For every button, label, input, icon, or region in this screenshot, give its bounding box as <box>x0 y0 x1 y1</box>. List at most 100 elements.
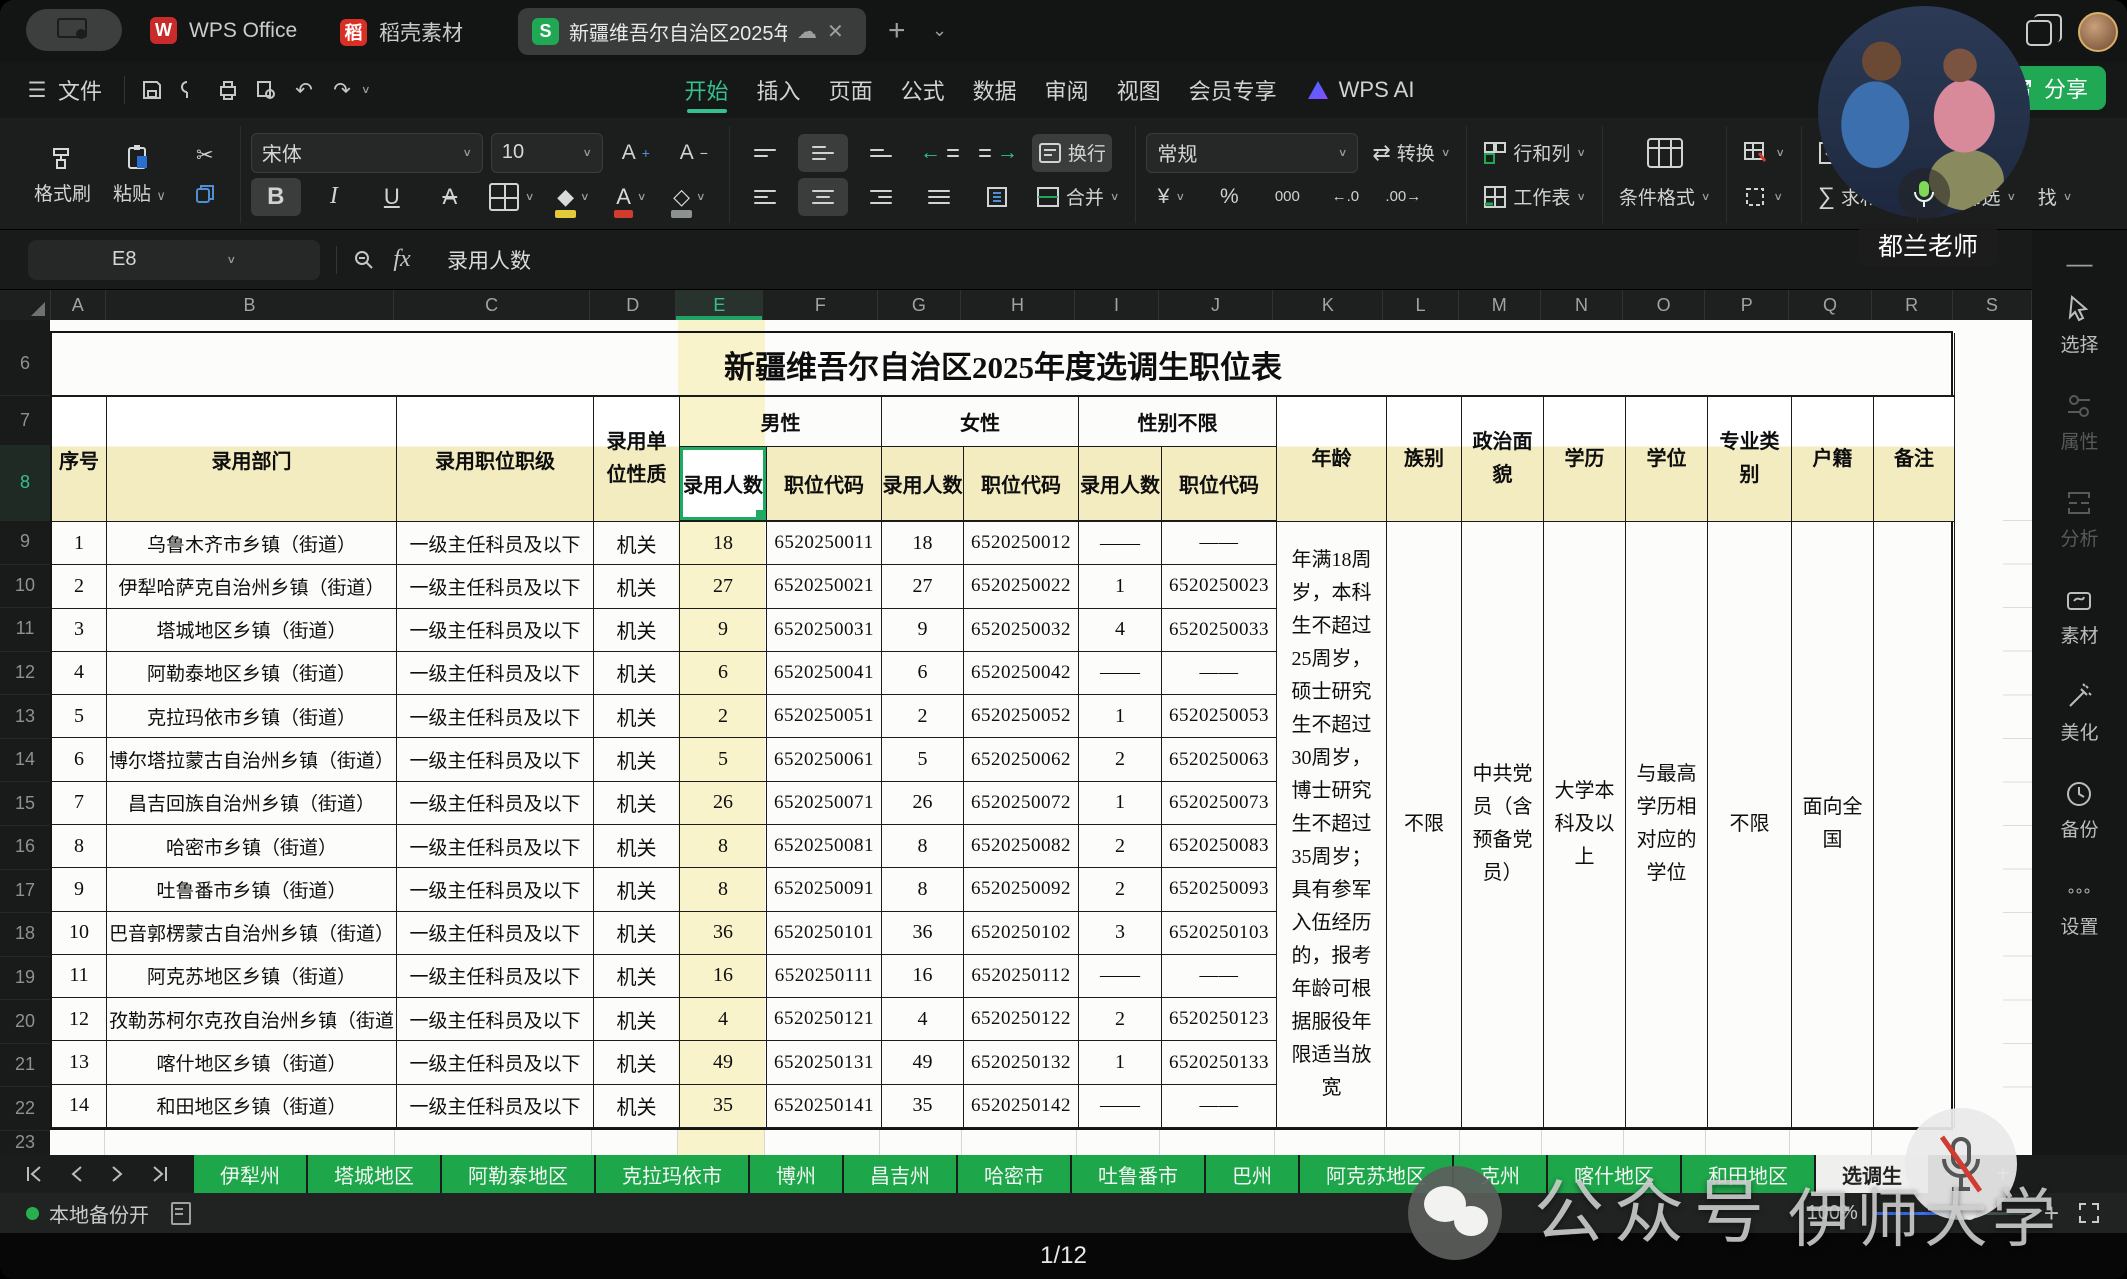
align-right-button[interactable] <box>856 178 906 216</box>
cell-department[interactable]: 阿克苏地区乡镇（街道） <box>107 954 397 999</box>
cell-org-type[interactable]: 机关 <box>594 1084 680 1128</box>
cell-any-count[interactable]: 1 <box>1079 781 1162 825</box>
increase-font-button[interactable]: A + <box>611 134 661 172</box>
cell-female-count[interactable]: 8 <box>882 824 964 869</box>
cell-index[interactable]: 1 <box>52 522 107 566</box>
sidebar-item-选择[interactable]: 选择 <box>2060 294 2099 357</box>
cell-female-count[interactable]: 27 <box>882 565 964 609</box>
sheet-tab-昌吉州[interactable]: 昌吉州 <box>844 1155 956 1193</box>
menu-开始[interactable]: 开始 <box>671 62 743 118</box>
cell-male-code[interactable]: 6520250121 <box>767 998 882 1042</box>
cell-department[interactable]: 乌鲁木齐市乡镇（街道） <box>107 522 397 566</box>
cell-department[interactable]: 伊犁哈萨克自治州乡镇（街道） <box>107 565 397 609</box>
cell-any-code[interactable]: 6520250133 <box>1162 1041 1277 1085</box>
merged-major[interactable]: 不限 <box>1708 522 1792 1128</box>
row-header-9[interactable]: 9 <box>0 520 50 565</box>
menu-wps-ai[interactable]: WPS AI <box>1291 62 1429 118</box>
fx-icon[interactable]: fx <box>383 241 421 279</box>
header-count[interactable]: 录用人数 <box>882 447 964 522</box>
increase-decimal-button[interactable]: ←.0 <box>1320 178 1370 216</box>
cell-rank[interactable]: 一级主任科员及以下 <box>397 738 594 782</box>
cell-department[interactable]: 和田地区乡镇（街道） <box>107 1084 397 1128</box>
paste-button[interactable]: 粘贴 ∨ <box>105 143 174 206</box>
merged-politics[interactable]: 中共党员（含预备党员） <box>1462 522 1544 1128</box>
cell-any-count[interactable]: 1 <box>1079 695 1162 739</box>
column-header-M[interactable]: M <box>1459 290 1541 320</box>
wrap-text-button[interactable]: 换行 <box>1031 133 1112 172</box>
menu-数据[interactable]: 数据 <box>959 62 1031 118</box>
column-header-J[interactable]: J <box>1159 290 1274 320</box>
cell-rank[interactable]: 一级主任科员及以下 <box>397 651 594 696</box>
row-header-22[interactable]: 22 <box>0 1086 50 1131</box>
fill-color-button[interactable]: ◆ ∨ <box>548 178 598 218</box>
clear-format-button[interactable]: ◇ ∨ <box>664 178 714 218</box>
cell-female-code[interactable]: 6520250032 <box>964 608 1079 652</box>
sheet-tab-博州[interactable]: 博州 <box>750 1155 842 1193</box>
cell-male-code[interactable]: 6520250141 <box>767 1084 882 1128</box>
header-any-gender[interactable]: 性别不限 <box>1079 397 1277 447</box>
cell-org-type[interactable]: 机关 <box>594 695 680 739</box>
cell-male-code[interactable]: 6520250131 <box>767 1041 882 1085</box>
cell-male-count[interactable]: 6 <box>680 651 767 696</box>
cell-rank[interactable]: 一级主任科员及以下 <box>397 565 594 609</box>
header-xuhao[interactable]: 序号 <box>52 397 107 522</box>
cell-male-code[interactable]: 6520250011 <box>767 522 882 566</box>
cell-org-type[interactable]: 机关 <box>594 911 680 955</box>
cell-index[interactable]: 6 <box>52 738 107 782</box>
column-header-E[interactable]: E <box>676 290 764 320</box>
merged-hukou[interactable]: 面向全国 <box>1792 522 1874 1128</box>
cell-female-count[interactable]: 8 <box>882 868 964 912</box>
cell-rank[interactable]: 一级主任科员及以下 <box>397 824 594 869</box>
strikethrough-button[interactable]: A <box>425 178 475 216</box>
cell-male-count[interactable]: 8 <box>680 824 767 869</box>
cell-department[interactable]: 孜勒苏柯尔克孜自治州乡镇（街道 <box>107 998 397 1042</box>
merge-cells-button[interactable]: 合并 ∨ <box>1030 178 1126 216</box>
cell-female-count[interactable]: 35 <box>882 1084 964 1128</box>
cell-department[interactable]: 哈密市乡镇（街道） <box>107 824 397 869</box>
sheet-title[interactable]: 新疆维吾尔自治区2025年度选调生职位表 <box>52 333 1955 397</box>
header-17[interactable]: 户籍 <box>1792 397 1874 522</box>
column-header-O[interactable]: O <box>1623 290 1706 320</box>
backup-status-label[interactable]: 本地备份开 <box>49 1199 149 1228</box>
header-16[interactable]: 专业类别 <box>1708 397 1792 522</box>
cell-female-count[interactable]: 36 <box>882 911 964 955</box>
select-all-corner[interactable] <box>0 290 51 320</box>
cell-index[interactable]: 8 <box>52 824 107 869</box>
cell-female-code[interactable]: 6520250142 <box>964 1084 1079 1128</box>
row-header-18[interactable]: 18 <box>0 912 50 957</box>
cell-rank[interactable]: 一级主任科员及以下 <box>397 868 594 912</box>
cell-male-count[interactable]: 9 <box>680 608 767 652</box>
menu-页面[interactable]: 页面 <box>815 62 887 118</box>
sheet-tab-克拉玛依市[interactable]: 克拉玛依市 <box>596 1155 748 1193</box>
align-bottom-button[interactable] <box>856 134 906 172</box>
name-box[interactable]: E8 ∨ <box>28 239 320 280</box>
cell-female-code[interactable]: 6520250062 <box>964 738 1079 782</box>
cell-any-count[interactable]: 2 <box>1079 824 1162 869</box>
merged-note[interactable] <box>1874 522 1955 1128</box>
cell-female-code[interactable]: 6520250042 <box>964 651 1079 696</box>
cell-department[interactable]: 阿勒泰地区乡镇（街道） <box>107 651 397 696</box>
convert-button[interactable]: ⇄ 转换 ∨ <box>1366 134 1456 172</box>
cell-department[interactable]: 昌吉回族自治州乡镇（街道） <box>107 781 397 825</box>
menu-file[interactable]: 文件 <box>56 62 116 118</box>
cell-male-count[interactable]: 5 <box>680 738 767 782</box>
cell-department[interactable]: 塔城地区乡镇（街道） <box>107 608 397 652</box>
next-sheet-icon[interactable] <box>110 1165 124 1183</box>
cell-female-count[interactable]: 2 <box>882 695 964 739</box>
new-tab-icon[interactable]: + <box>888 14 906 48</box>
cell-rank[interactable]: 一级主任科员及以下 <box>397 522 594 566</box>
cell-male-count[interactable]: 8 <box>680 868 767 912</box>
font-name-select[interactable]: 宋体 ∨ <box>250 132 483 173</box>
rows-columns-button[interactable]: 行和列 ∨ <box>1477 134 1592 172</box>
font-color-button[interactable]: A ∨ <box>606 178 656 218</box>
percent-format-button[interactable]: % <box>1204 178 1254 216</box>
distribute-button[interactable] <box>972 178 1022 216</box>
cell-female-count[interactable]: 18 <box>882 522 964 566</box>
merged-degree[interactable]: 与最高学历相对应的学位 <box>1626 522 1708 1128</box>
cell-female-code[interactable]: 6520250072 <box>964 781 1079 825</box>
row-header-8[interactable]: 8 <box>0 445 53 521</box>
cell-any-count[interactable]: —— <box>1079 1084 1162 1128</box>
cell-male-count[interactable]: 26 <box>680 781 767 825</box>
cell-female-code[interactable]: 6520250102 <box>964 911 1079 955</box>
column-header-I[interactable]: I <box>1075 290 1159 320</box>
